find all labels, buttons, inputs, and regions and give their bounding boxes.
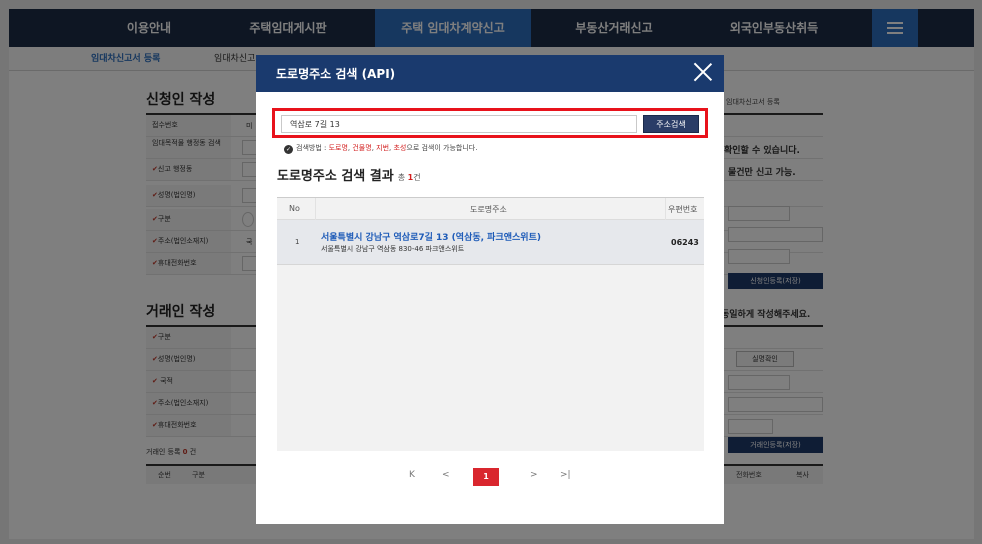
result-jibun-address: 서울특별시 강남구 역삼동 830-46 파크앤스위트 — [321, 245, 465, 253]
result-zip: 06243 — [671, 238, 699, 247]
address-search-modal: 도로명주소 검색 (API) 주소검색 ✓검색방법 : 도로명, 건물명, 지번… — [256, 55, 724, 524]
next-page-button[interactable]: > — [530, 470, 538, 480]
prev-page-button[interactable]: < — [442, 470, 450, 480]
results-total: 총 1건 — [397, 173, 421, 182]
result-row[interactable]: 1 서울특별시 강남구 역삼로7길 13 (역삼동, 파크앤스위트) 서울특별시… — [277, 220, 704, 265]
last-page-button[interactable]: >| — [560, 470, 571, 480]
address-search-button[interactable]: 주소검색 — [643, 115, 699, 133]
search-hint: ✓ 검색방법 : 도로명, 건물명, 지번, 초성으로 검색이 가능합니다. — [284, 144, 478, 154]
first-page-button[interactable]: K — [409, 470, 415, 480]
results-heading: 도로명주소 검색 결과 총 1건 — [277, 169, 421, 184]
col-zip: 우편번호 — [668, 205, 698, 214]
check-circle-icon: ✓ — [284, 145, 293, 154]
pagination: K < 1 > >| — [256, 468, 724, 488]
modal-header: 도로명주소 검색 (API) — [256, 55, 724, 92]
close-icon[interactable] — [692, 61, 714, 83]
page-1-button[interactable]: 1 — [473, 468, 499, 486]
result-no: 1 — [295, 238, 300, 246]
result-road-address-link[interactable]: 서울특별시 강남구 역삼로7길 13 (역삼동, 파크앤스위트) — [321, 230, 541, 243]
search-input[interactable] — [281, 115, 637, 133]
results-table: No 도로명주소 우편번호 1 서울특별시 강남구 역삼로7길 13 (역삼동,… — [277, 197, 704, 451]
col-no: No — [289, 204, 300, 213]
col-road-address: 도로명주소 — [470, 205, 507, 214]
results-table-header: No 도로명주소 우편번호 — [277, 198, 704, 220]
modal-title: 도로명주소 검색 (API) — [276, 67, 396, 81]
